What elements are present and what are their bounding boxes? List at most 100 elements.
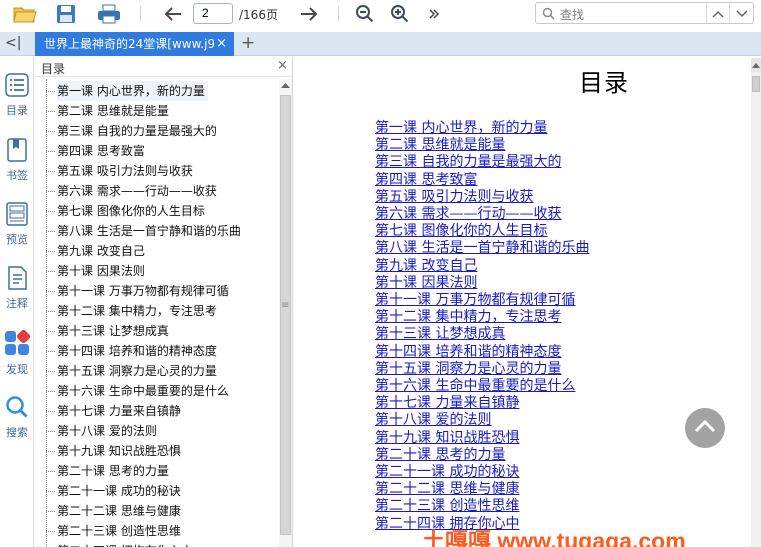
toc-item[interactable]: 第十五课 洞察力是心灵的力量	[57, 361, 217, 381]
toc-item[interactable]: 第二十一课 成功的秘诀	[57, 481, 181, 501]
search-input[interactable]: 查找	[560, 6, 584, 23]
toc-item[interactable]: 第二十三课 创造性思维	[57, 521, 181, 541]
page-number-input[interactable]: 2	[193, 3, 233, 24]
toc-link[interactable]: 第十五课 洞察力是心灵的力量	[375, 361, 561, 378]
toc-link[interactable]: 第八课 生活是一首宁静和谐的乐曲	[375, 240, 589, 257]
toc-link[interactable]: 第九课 改变自己	[375, 258, 477, 275]
toc-item[interactable]: 第八课 生活是一首宁静和谐的乐曲	[57, 221, 241, 241]
page-title: 目录	[579, 69, 629, 97]
collapse-sidebar-button[interactable]: <|	[5, 35, 21, 51]
toc-item[interactable]: 第十九课 知识战胜恐惧	[57, 441, 181, 461]
folder-icon	[13, 7, 37, 23]
toc-link[interactable]: 第二十课 思考的力量	[375, 447, 505, 464]
toc-item[interactable]: 第十课 因果法则	[57, 261, 145, 281]
toc-link[interactable]: 第二十二课 思维与健康	[375, 481, 519, 498]
toc-tree-branch	[46, 151, 55, 152]
search-icon	[6, 396, 28, 418]
toc-close-button[interactable]: ×	[277, 58, 288, 73]
left-rail: 目录 书签 预览 注释 发现 搜索	[0, 57, 34, 547]
rail-item-discover[interactable]: 发现	[0, 329, 34, 377]
tab-document[interactable]: 世界上最神奇的24堂课[www.j9 ×	[35, 32, 234, 56]
toc-item[interactable]: 第二十课 思考的力量	[57, 461, 169, 481]
toc-link[interactable]: 第十七课 力量来自镇静	[375, 395, 519, 412]
toc-link[interactable]: 第七课 图像化你的人生目标	[375, 223, 547, 240]
bookmark-icon	[7, 138, 27, 162]
toc-item[interactable]: 第十八课 爱的法则	[57, 421, 157, 441]
toc-tree-branch	[46, 191, 55, 192]
toc-tree-branch	[46, 91, 55, 92]
toc-tree-branch	[46, 271, 55, 272]
toc-item[interactable]: 第三课 自我的力量是最强大的	[57, 121, 217, 141]
toc-link[interactable]: 第十一课 万事万物都有规律可循	[375, 292, 575, 309]
save-button[interactable]	[54, 2, 78, 26]
toc-item[interactable]: 第十七课 力量来自镇静	[57, 401, 181, 421]
toc-item[interactable]: 第二课 思维就是能量	[57, 101, 169, 121]
document-scrollbar[interactable]	[751, 58, 761, 547]
next-page-button[interactable]	[296, 2, 322, 26]
toc-tree-branch	[46, 331, 55, 332]
toc-link[interactable]: 第二课 思维就是能量	[375, 137, 505, 154]
toc-link[interactable]: 第十四课 培养和谐的精神态度	[375, 344, 561, 361]
toc-item[interactable]: 第九课 改变自己	[57, 241, 145, 261]
toc-item[interactable]: 第十三课 让梦想成真	[57, 321, 169, 341]
toc-link[interactable]: 第二十一课 成功的秘诀	[375, 464, 519, 481]
page-total-label: /166页	[239, 8, 278, 22]
document-scroll-thumb[interactable]	[752, 76, 760, 92]
toc-link[interactable]: 第十三课 让梦想成真	[375, 326, 505, 343]
toc-item[interactable]: 第四课 思考致富	[57, 141, 145, 161]
new-tab-button[interactable]: +	[241, 33, 255, 53]
toc-item[interactable]: 第七课 图像化你的人生目标	[57, 201, 205, 221]
toc-tree-line	[46, 79, 47, 547]
toc-link[interactable]: 第六课 需求——行动——收获	[375, 206, 561, 223]
document-scroll-up[interactable]	[751, 58, 761, 72]
toc-item[interactable]: 第十二课 集中精力，专注思考	[57, 301, 217, 321]
toc-link[interactable]: 第三课 自我的力量是最强大的	[375, 154, 561, 171]
toc-link[interactable]: 第二十三课 创造性思维	[375, 498, 519, 515]
toc-tree-branch	[46, 471, 55, 472]
toc-item[interactable]: 第五课 吸引力法则与收获	[57, 161, 193, 181]
toc-item[interactable]: 第十六课 生命中最重要的是什么	[57, 381, 229, 401]
toc-item[interactable]: 第一课 内心世界，新的力量	[57, 81, 208, 101]
toolbar-divider	[140, 6, 141, 22]
toc-item[interactable]: 第十一课 万事万物都有规律可循	[57, 281, 229, 301]
toolbar: 2 /166页 查找	[0, 0, 761, 28]
rail-item-preview[interactable]: 预览	[0, 202, 34, 247]
toc-link[interactable]: 第十二课 集中精力，专注思考	[375, 309, 561, 326]
zoom-in-button[interactable]	[388, 2, 412, 26]
scroll-up-arrow-icon[interactable]	[281, 82, 290, 88]
rail-item-search[interactable]: 搜索	[0, 395, 34, 440]
chevron-down-icon[interactable]	[736, 10, 748, 18]
back-to-top-button[interactable]	[685, 408, 725, 448]
open-folder-button[interactable]	[12, 2, 38, 26]
rail-item-annotation[interactable]: 注释	[0, 266, 34, 311]
previous-page-button[interactable]	[160, 2, 186, 26]
toc-scroll-thumb[interactable]	[280, 95, 291, 535]
search-divider	[729, 3, 730, 23]
rail-label: 预览	[6, 233, 28, 246]
toc-link[interactable]: 第一课 内心世界，新的力量	[375, 120, 547, 137]
tab-close-button[interactable]: ×	[216, 32, 227, 56]
toc-item[interactable]: 第六课 需求——行动——收获	[57, 181, 217, 201]
more-tools-button[interactable]	[424, 2, 444, 26]
toc-link[interactable]: 第十六课 生命中最重要的是什么	[375, 378, 575, 395]
document-view: 目录 第一课 内心世界，新的力量 第二课 思维就是能量 第三课 自我的力量是最强大的…	[296, 57, 761, 547]
panel-splitter-handle[interactable]: ≡	[281, 300, 289, 311]
toc-tree-branch	[46, 351, 55, 352]
toc-tree-branch	[46, 171, 55, 172]
toc-link[interactable]: 第五课 吸引力法则与收获	[375, 189, 533, 206]
chevron-up-icon[interactable]	[712, 10, 724, 18]
toc-link[interactable]: 第四课 思考致富	[375, 172, 477, 189]
toc-item[interactable]: 第二十四课 拥抱存你心中	[57, 541, 193, 547]
toc-item[interactable]: 第十四课 培养和谐的精神态度	[57, 341, 217, 361]
toc-link[interactable]: 第十课 因果法则	[375, 275, 477, 292]
toc-scrollbar[interactable]	[279, 79, 292, 547]
search-box[interactable]: 查找	[535, 2, 754, 24]
toc-item[interactable]: 第二十二课 思维与健康	[57, 501, 181, 521]
rail-item-bookmark[interactable]: 书签	[0, 138, 34, 183]
print-button[interactable]	[96, 2, 122, 26]
toc-link[interactable]: 第十八课 爱的法则	[375, 412, 491, 429]
toc-link[interactable]: 第十九课 知识战胜恐惧	[375, 430, 519, 447]
rail-item-toc[interactable]: 目录	[0, 73, 34, 118]
zoom-out-button[interactable]	[353, 2, 377, 26]
toc-tree-branch	[46, 431, 55, 432]
